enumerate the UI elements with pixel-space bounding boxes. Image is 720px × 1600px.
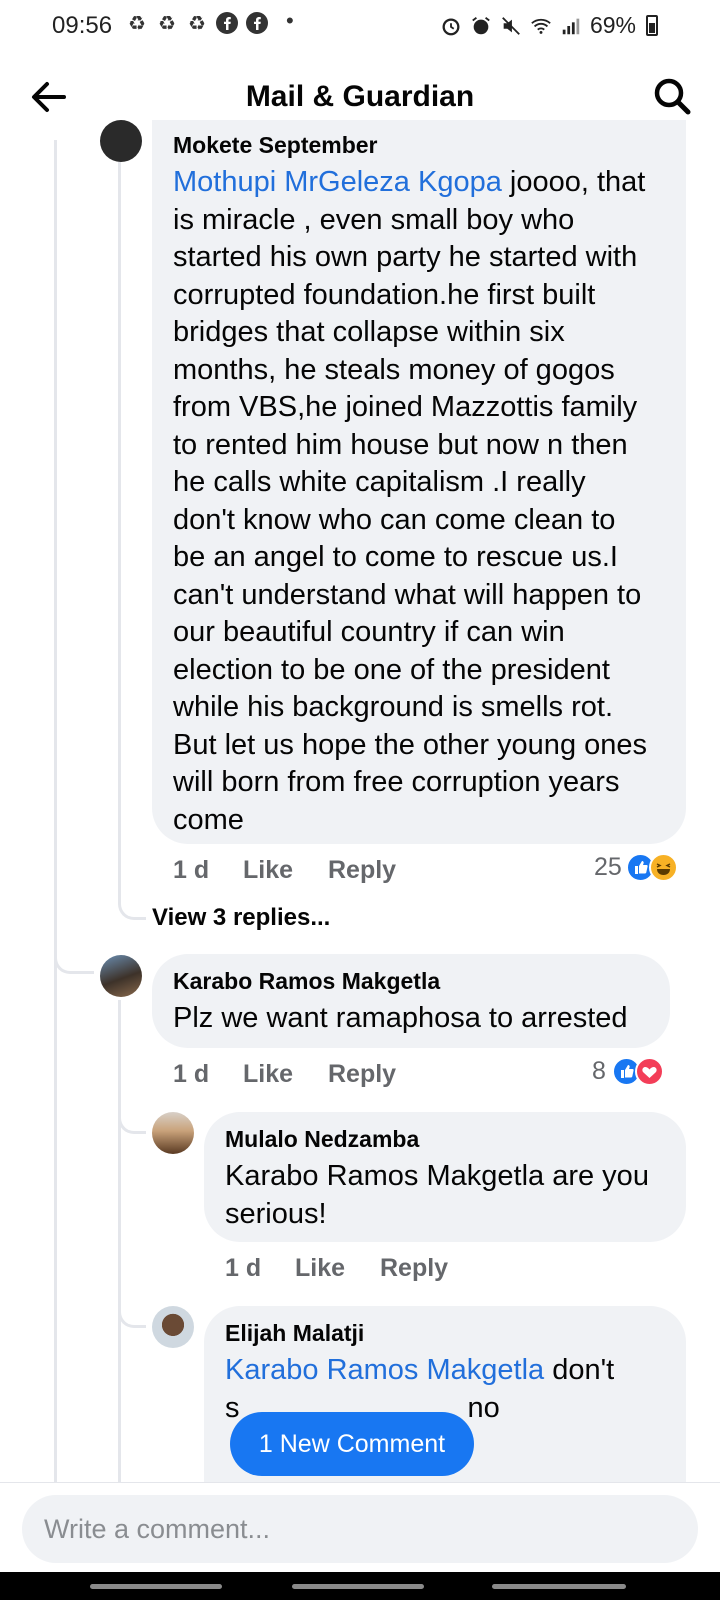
recycle-icon: ♻ xyxy=(128,13,146,35)
nav-home-button[interactable] xyxy=(292,1584,424,1589)
thread-connector-comment2 xyxy=(54,940,94,974)
comment-text: Mothupi MrGeleza Kgopa joooo, that is mi… xyxy=(173,166,648,836)
reaction-summary[interactable]: 8 xyxy=(592,1057,664,1086)
mention-link[interactable]: Karabo Ramos Makgetla xyxy=(225,1354,544,1386)
avatar[interactable] xyxy=(100,120,142,162)
search-button[interactable] xyxy=(650,74,696,120)
avatar[interactable] xyxy=(152,1112,194,1154)
reply-button[interactable]: Reply xyxy=(328,1060,396,1089)
like-button[interactable]: Like xyxy=(243,856,328,885)
notification-icons: ♻ ♻ ♻ xyxy=(124,11,270,37)
view-replies-link[interactable]: View 3 replies... xyxy=(152,904,330,932)
facebook-icon xyxy=(214,11,240,37)
avatar[interactable] xyxy=(100,955,142,997)
signal-icon xyxy=(562,18,580,34)
alarm-clock-icon xyxy=(472,16,490,34)
nav-recents-button[interactable] xyxy=(90,1584,222,1589)
reply-author[interactable]: Mulalo Nedzamba xyxy=(225,1126,419,1153)
reply-button[interactable]: Reply xyxy=(380,1254,448,1283)
comment-author[interactable]: Karabo Ramos Makgetla xyxy=(173,968,440,995)
system-nav-bar xyxy=(0,1572,720,1600)
haha-reaction-icon xyxy=(648,853,678,882)
mention-link[interactable]: Mothupi MrGeleza Kgopa xyxy=(173,166,502,198)
comment-time: 1 d xyxy=(173,1060,210,1088)
reply-text: Karabo Ramos Makgetla are you serious! xyxy=(225,1160,649,1230)
like-button[interactable]: Like xyxy=(295,1254,380,1283)
comment-meta: 1 d Like Reply xyxy=(173,1060,396,1089)
reply-author[interactable]: Elijah Malatji xyxy=(225,1320,364,1347)
thread-line-root xyxy=(54,140,57,1482)
wifi-icon xyxy=(531,18,551,34)
status-bar: 09:56 ♻ ♻ ♻ • 69% xyxy=(0,0,720,54)
reaction-count: 25 xyxy=(594,853,622,881)
new-comment-button[interactable]: 1 New Comment xyxy=(230,1412,474,1476)
thread-connector-reply1 xyxy=(118,1100,146,1134)
recycle-icon: ♻ xyxy=(188,13,206,35)
comment-time: 1 d xyxy=(173,856,210,884)
nav-back-button[interactable] xyxy=(492,1584,626,1589)
alarm-icon xyxy=(442,17,460,35)
more-notifications-dot: • xyxy=(286,8,294,33)
facebook-icon xyxy=(244,11,270,37)
search-icon xyxy=(654,78,691,115)
thread-connector-reply2 xyxy=(118,1294,146,1328)
reply-time: 1 d xyxy=(225,1254,262,1282)
thread-connector-view-replies xyxy=(118,880,146,920)
status-time: 09:56 xyxy=(52,12,113,39)
comment-composer xyxy=(0,1482,720,1572)
avatar[interactable] xyxy=(152,1306,194,1348)
reply-button[interactable]: Reply xyxy=(328,856,396,885)
battery-percent: 69% xyxy=(589,12,636,38)
comment-author[interactable]: Mokete September xyxy=(173,132,378,159)
mute-icon xyxy=(502,16,520,35)
comment-input[interactable] xyxy=(22,1495,698,1563)
thread-line-comment2 xyxy=(118,1000,121,1482)
system-status: 69% xyxy=(440,12,658,39)
comment-meta: 1 d Like Reply xyxy=(173,856,396,885)
thread-line-comment1 xyxy=(118,160,121,900)
reaction-summary[interactable]: 25 xyxy=(594,853,678,882)
comment-text: Plz we want ramaphosa to arrested xyxy=(173,1002,628,1034)
love-reaction-icon xyxy=(634,1057,664,1086)
like-button[interactable]: Like xyxy=(243,1060,328,1089)
battery-icon xyxy=(646,15,658,36)
page-title: Mail & Guardian xyxy=(245,80,475,113)
recycle-icon: ♻ xyxy=(158,13,176,35)
reaction-count: 8 xyxy=(592,1057,606,1085)
reply-meta: 1 d Like Reply xyxy=(225,1254,448,1283)
